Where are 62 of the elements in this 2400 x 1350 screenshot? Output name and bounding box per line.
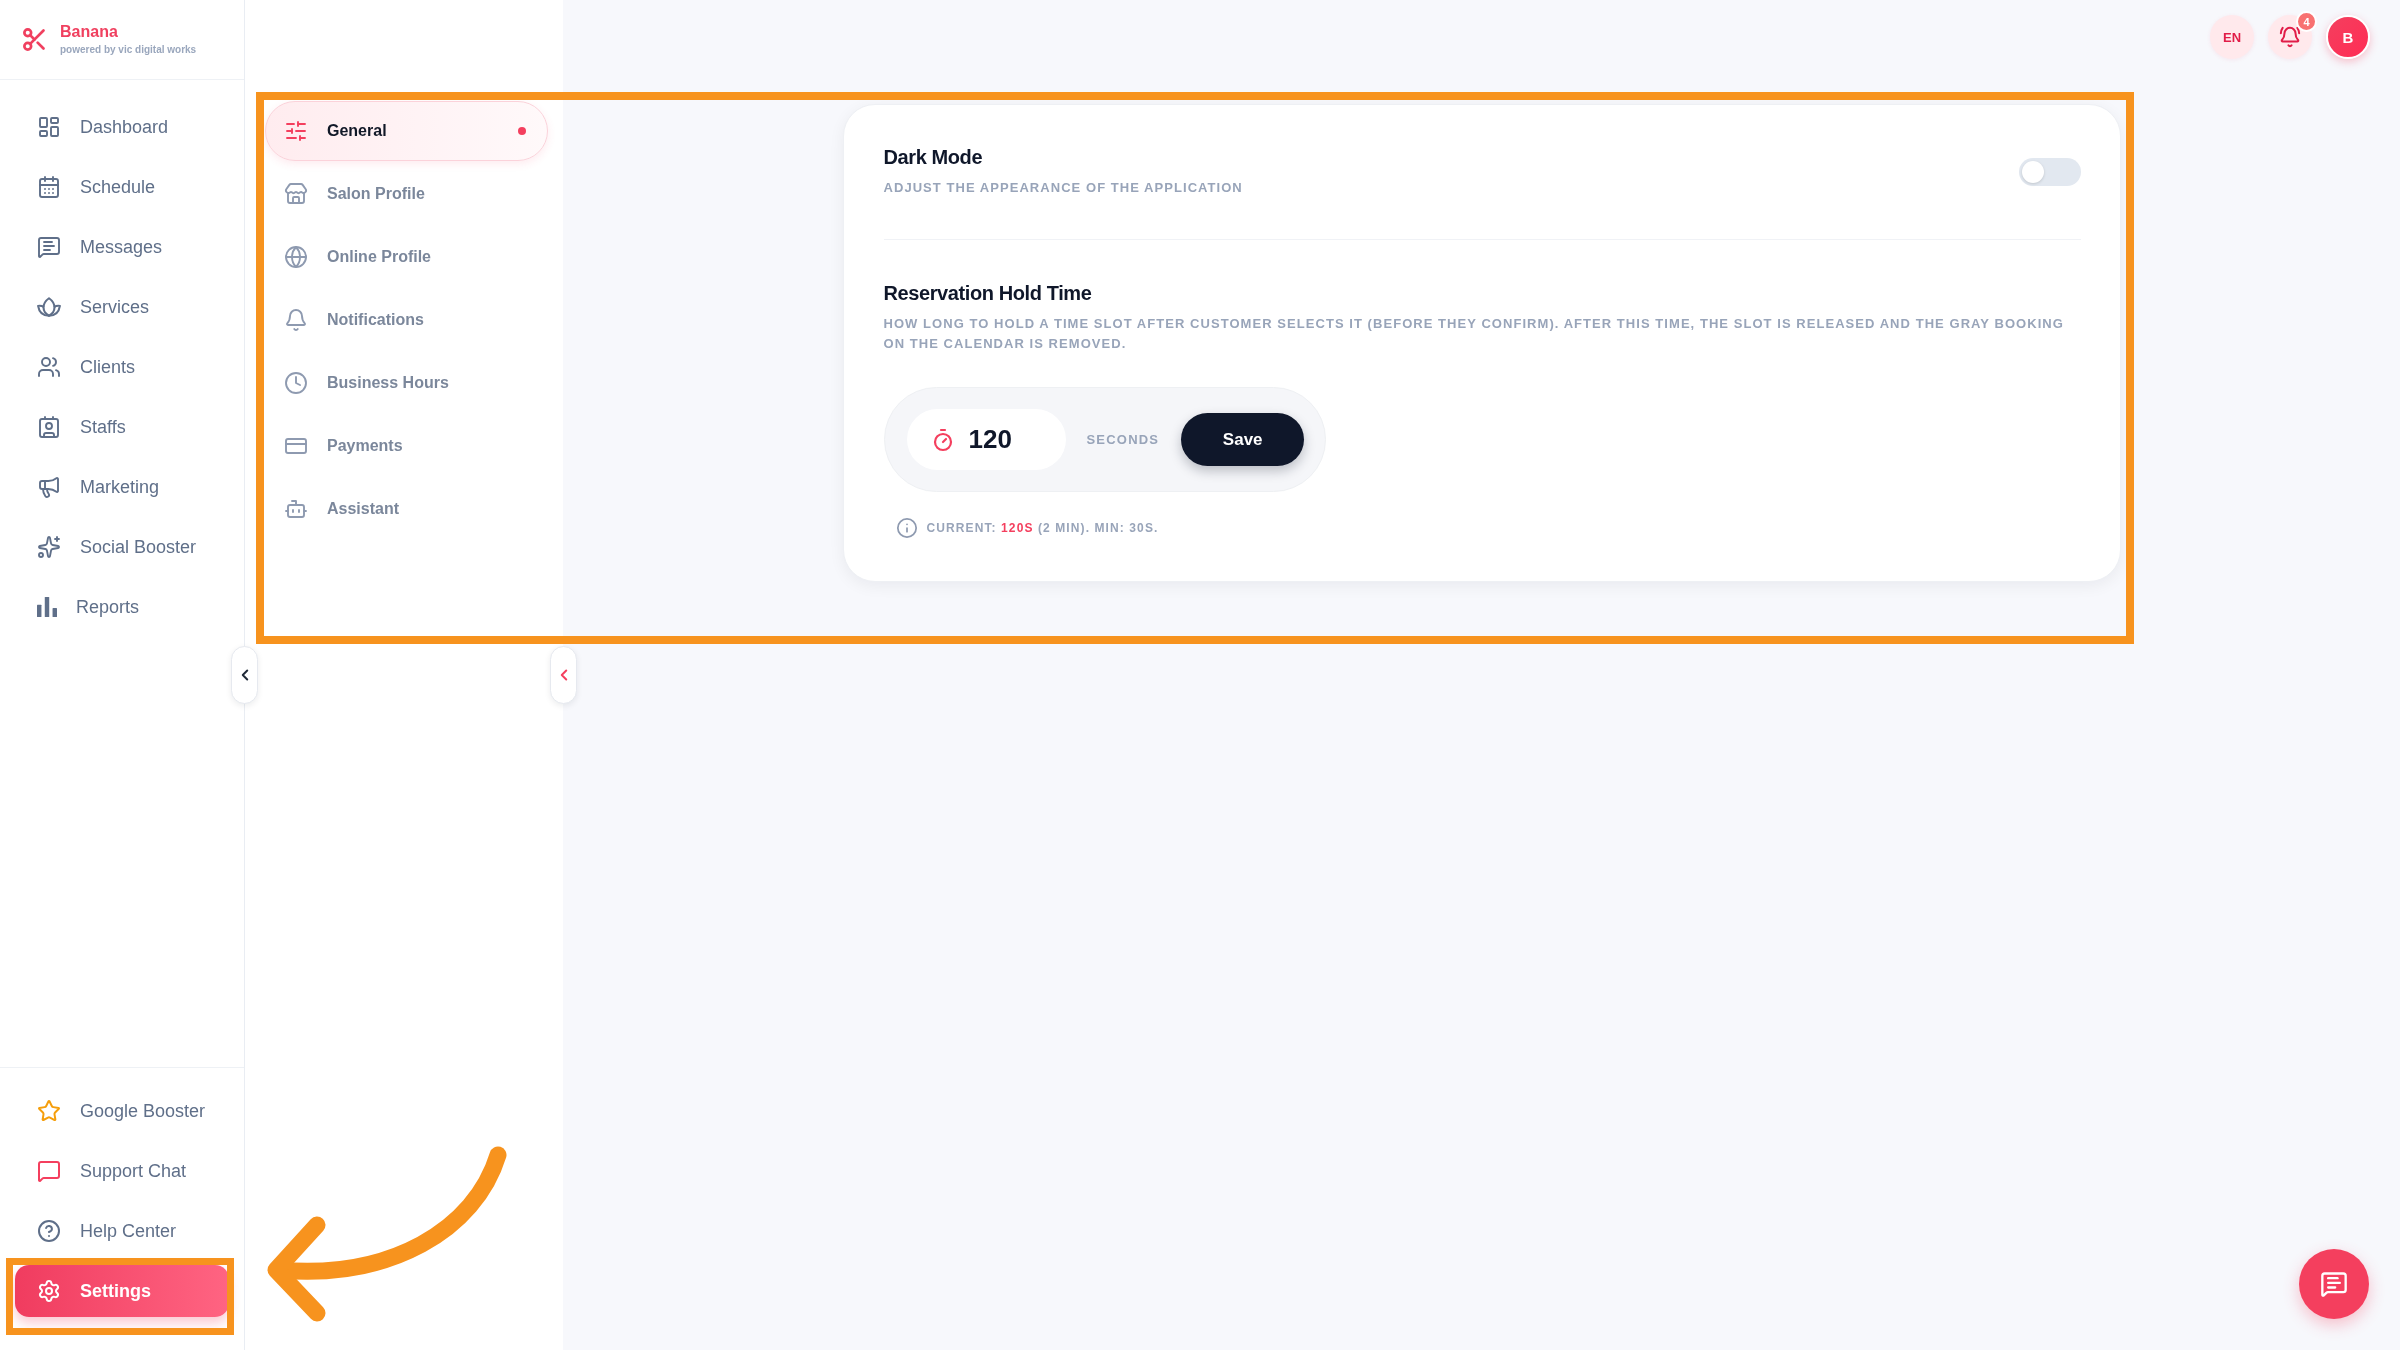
nav-item[interactable]: Staffs <box>15 401 229 453</box>
hold-time-title: Reservation Hold Time <box>883 281 1092 305</box>
settings-nav-item[interactable]: Assistant <box>265 479 548 539</box>
star-icon <box>37 1099 61 1123</box>
nav-item[interactable]: Dashboard <box>15 101 229 153</box>
seconds-input[interactable]: 120 <box>968 424 1049 455</box>
message-icon <box>2320 1270 2348 1298</box>
info-icon <box>895 517 918 539</box>
bell-icon <box>284 308 308 332</box>
collapse-panel-button[interactable] <box>550 646 577 704</box>
help-icon <box>37 1219 61 1243</box>
robot-icon <box>284 497 308 521</box>
nav-item[interactable]: Marketing <box>15 461 229 513</box>
globe-icon <box>284 245 308 269</box>
clock-icon <box>284 371 308 395</box>
chat-bubble-icon <box>37 1159 61 1183</box>
id-card-icon <box>37 415 61 439</box>
dark-mode-description: ADJUST THE APPEARANCE OF THE APPLICATION <box>883 179 1243 197</box>
dark-mode-toggle[interactable] <box>2018 157 2081 186</box>
save-button[interactable]: Save <box>1181 413 1305 466</box>
nav-item[interactable]: Google Booster <box>15 1085 229 1137</box>
dashboard-grid-icon <box>37 115 61 139</box>
active-dot-icon <box>518 127 526 135</box>
language-button[interactable]: EN <box>2210 15 2254 59</box>
current-value-note: CURRENT: 120S (2 MIN). MIN: 30S. <box>926 521 1159 535</box>
collapse-sidebar-button[interactable] <box>231 646 258 704</box>
seconds-field[interactable]: 120 <box>906 409 1066 470</box>
nav-item[interactable]: Support Chat <box>15 1145 229 1197</box>
nav-item[interactable]: Messages <box>15 221 229 273</box>
calendar-icon <box>37 175 61 199</box>
settings-nav-item[interactable]: Notifications <box>265 290 548 350</box>
scissors-icon <box>21 26 48 53</box>
settings-icon <box>37 1279 61 1303</box>
settings-nav-item[interactable]: Online Profile <box>265 227 548 287</box>
bar-chart-icon <box>37 597 57 617</box>
dark-mode-title: Dark Mode <box>883 145 983 169</box>
sliders-icon <box>284 119 308 143</box>
hold-time-description: HOW LONG TO HOLD A TIME SLOT AFTER CUSTOMER SELECTS IT (BEFORE THEY CONFIRM). AFTER THIS TIME, THE SLOT IS RELEASED AND THE GRAY BOOKING ON THE CALENDAR IS REMOVED. <box>883 315 2065 353</box>
brand-name: Banana <box>60 23 119 41</box>
store-icon <box>284 182 308 206</box>
message-icon <box>37 235 61 259</box>
nav-item[interactable]: Clients <box>15 341 229 393</box>
nav-item[interactable]: Help Center <box>15 1205 229 1257</box>
unit-label: SECONDS <box>1086 432 1160 447</box>
settings-nav-item[interactable]: Salon Profile <box>265 164 548 224</box>
nav-item[interactable]: Reports <box>15 581 229 633</box>
settings-nav-item[interactable]: Payments <box>265 416 548 476</box>
settings-nav-item[interactable]: General <box>265 101 548 161</box>
bell-icon <box>2279 26 2301 48</box>
settings-nav-item[interactable]: Business Hours <box>265 353 548 413</box>
sparkles-icon <box>37 535 61 559</box>
nav-item[interactable]: Schedule <box>15 161 229 213</box>
nav-item[interactable]: Settings <box>15 1265 229 1317</box>
nav-item[interactable]: Services <box>15 281 229 333</box>
megaphone-icon <box>37 475 61 499</box>
people-icon <box>37 355 61 379</box>
chat-button[interactable] <box>2299 1249 2369 1319</box>
lotus-icon <box>37 297 61 317</box>
brand-tagline: powered by vic digital works <box>60 44 197 56</box>
notification-count: 4 <box>2296 11 2317 32</box>
nav-item[interactable]: Social Booster <box>15 521 229 573</box>
user-avatar[interactable]: B <box>2326 15 2370 59</box>
